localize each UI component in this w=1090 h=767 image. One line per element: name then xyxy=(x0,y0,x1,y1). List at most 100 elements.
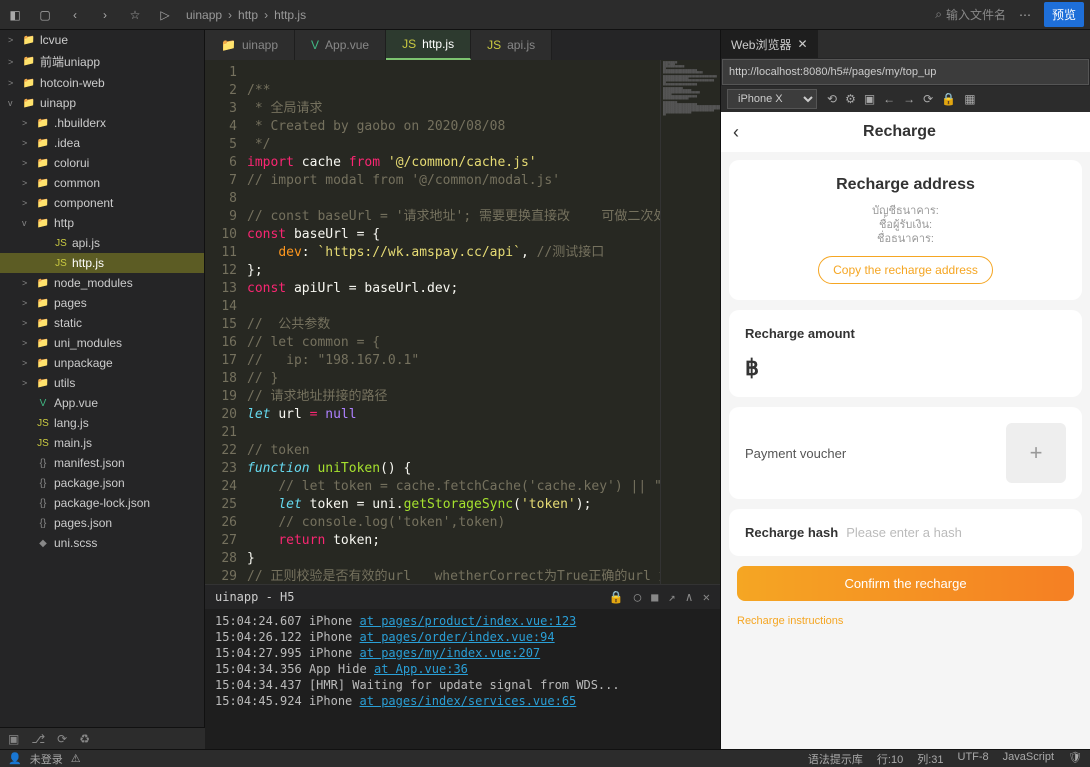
tree-item[interactable]: >📁前端uniapp xyxy=(0,50,204,73)
tree-item[interactable]: {}package.json xyxy=(0,473,204,493)
sync-icon[interactable]: ⟳ xyxy=(57,732,67,746)
tree-item[interactable]: >📁unpackage xyxy=(0,353,204,373)
panel-icon[interactable]: ◧ xyxy=(6,6,24,24)
tree-label: api.js xyxy=(72,236,100,250)
tree-label: unpackage xyxy=(54,356,113,370)
tree-item[interactable]: VApp.vue xyxy=(0,393,204,413)
search-input[interactable]: ⌕ 输入文件名 xyxy=(935,6,1006,23)
console-output[interactable]: 15:04:24.607 iPhone at pages/product/ind… xyxy=(205,609,720,749)
tree-item[interactable]: JSlang.js xyxy=(0,413,204,433)
console-link[interactable]: at pages/order/index.vue:94 xyxy=(360,630,555,644)
collapse-icon[interactable]: ∧ xyxy=(686,590,693,604)
tree-label: package-lock.json xyxy=(54,496,150,510)
close-icon[interactable]: ✕ xyxy=(703,590,710,604)
console-link[interactable]: at pages/index/services.vue:65 xyxy=(360,694,577,708)
cursor-line[interactable]: 行:10 xyxy=(877,751,903,767)
minimap[interactable]: ██████████ ████ ████ ███████████████ ██ … xyxy=(660,60,720,584)
refresh-icon[interactable]: ⟳ xyxy=(923,92,933,106)
language-mode[interactable]: JavaScript xyxy=(1003,751,1054,767)
editor-tab[interactable]: 📁uinapp xyxy=(205,30,295,60)
instructions-link[interactable]: Recharge instructions xyxy=(729,605,1082,637)
tree-item[interactable]: >📁uni_modules xyxy=(0,333,204,353)
device-select[interactable]: iPhone X xyxy=(727,89,817,109)
tree-item[interactable]: >📁colorui xyxy=(0,153,204,173)
tree-item[interactable]: >📁lcvue xyxy=(0,30,204,50)
nav-back-icon[interactable]: ← xyxy=(883,92,895,106)
vue-icon: V xyxy=(36,396,50,410)
warning-icon[interactable]: ⚠ xyxy=(71,752,81,765)
editor-tab[interactable]: VApp.vue xyxy=(295,30,386,60)
console-link[interactable]: at App.vue:36 xyxy=(374,662,468,676)
file-icon: ◆ xyxy=(36,536,50,550)
json-icon: {} xyxy=(36,516,50,530)
close-icon[interactable]: ✕ xyxy=(797,37,807,51)
tree-item[interactable]: v📁uinapp xyxy=(0,93,204,113)
phone-preview: ‹ Recharge Recharge address บัญชีธนาคาร:… xyxy=(721,112,1090,749)
folder-icon[interactable]: ▣ xyxy=(8,732,19,746)
lock-icon[interactable]: 🔒 xyxy=(609,590,624,604)
syntax-library[interactable]: 语法提示库 xyxy=(808,751,863,767)
console-link[interactable]: at pages/my/index.vue:207 xyxy=(360,646,541,660)
tree-item[interactable]: >📁common xyxy=(0,173,204,193)
tree-item[interactable]: >📁utils xyxy=(0,373,204,393)
rotate-icon[interactable]: ⟲ xyxy=(827,92,837,106)
star-icon[interactable]: ☆ xyxy=(126,6,144,24)
screenshot-icon[interactable]: ▣ xyxy=(864,92,875,106)
breadcrumb-part[interactable]: uinapp xyxy=(186,8,222,22)
tree-item[interactable]: >📁pages xyxy=(0,293,204,313)
lock-icon[interactable]: 🔒 xyxy=(941,92,956,106)
copy-address-button[interactable]: Copy the recharge address xyxy=(818,256,993,284)
tree-item[interactable]: >📁static xyxy=(0,313,204,333)
js-icon: JS xyxy=(36,436,50,450)
encoding[interactable]: UTF-8 xyxy=(958,751,989,767)
git-icon[interactable]: ⎇ xyxy=(31,732,45,746)
user-icon[interactable]: 👤 xyxy=(8,752,22,765)
tree-item[interactable]: JSapi.js xyxy=(0,233,204,253)
nav-fwd-icon[interactable]: → xyxy=(903,92,915,106)
forward-icon[interactable]: › xyxy=(96,6,114,24)
stop-icon[interactable]: ■ xyxy=(651,590,658,604)
tree-label: pages.json xyxy=(54,516,112,530)
preview-button[interactable]: 预览 xyxy=(1044,2,1084,27)
url-bar[interactable]: http://localhost:8080/h5#/pages/my/top_u… xyxy=(722,59,1089,85)
upload-button[interactable]: + xyxy=(1006,423,1066,483)
tree-item[interactable]: {} pages.json xyxy=(0,513,204,533)
tree-item[interactable]: >📁.idea xyxy=(0,133,204,153)
more-icon[interactable]: ⋯ xyxy=(1016,6,1034,24)
hash-input[interactable]: Please enter a hash xyxy=(846,525,962,540)
tree-item[interactable]: {}package-lock.json xyxy=(0,493,204,513)
breadcrumb-part[interactable]: http xyxy=(238,8,258,22)
editor-tab[interactable]: JSapi.js xyxy=(471,30,552,60)
tree-item[interactable]: >📁component xyxy=(0,193,204,213)
back-icon[interactable]: ‹ xyxy=(66,6,84,24)
code-content[interactable]: /** * 全局请求 * Created by gaobo on 2020/08… xyxy=(247,60,660,584)
run-icon[interactable]: ▷ xyxy=(156,6,174,24)
tree-item[interactable]: ◆uni.scss xyxy=(0,533,204,553)
tree-item[interactable]: >📁hotcoin-web xyxy=(0,73,204,93)
folder-icon: 📁 xyxy=(36,116,50,130)
tree-item[interactable]: >📁node_modules xyxy=(0,273,204,293)
grid-icon[interactable]: ▦ xyxy=(964,92,975,106)
save-icon[interactable]: ▢ xyxy=(36,6,54,24)
recycle-icon[interactable]: ♻ xyxy=(79,732,90,746)
folder-icon: 📁 xyxy=(36,136,50,150)
confirm-button[interactable]: Confirm the recharge xyxy=(737,566,1074,601)
console-link[interactable]: at pages/product/index.vue:123 xyxy=(360,614,577,628)
tree-item[interactable]: JSmain.js xyxy=(0,433,204,453)
folder-icon: 📁 xyxy=(36,176,50,190)
tree-item[interactable]: {}manifest.json xyxy=(0,453,204,473)
browser-tab[interactable]: Web浏览器 ✕ xyxy=(721,30,818,58)
cursor-col[interactable]: 列:31 xyxy=(917,751,943,767)
tree-item[interactable]: JShttp.js xyxy=(0,253,204,273)
json-icon: {} xyxy=(36,456,50,470)
editor-tab[interactable]: JShttp.js xyxy=(386,30,471,60)
circle-icon[interactable]: ◯ xyxy=(634,590,641,604)
security-icon[interactable]: 🛡 xyxy=(1068,751,1082,767)
tree-item[interactable]: >📁.hbuilderx xyxy=(0,113,204,133)
tree-item[interactable]: v📁http xyxy=(0,213,204,233)
code-editor[interactable]: 1234567891011121314151617181920212223242… xyxy=(205,60,720,584)
gear-icon[interactable]: ⚙ xyxy=(845,92,856,106)
login-status[interactable]: 未登录 xyxy=(30,751,63,767)
breadcrumb-part[interactable]: http.js xyxy=(274,8,306,22)
link-icon[interactable]: ↗ xyxy=(668,590,675,604)
